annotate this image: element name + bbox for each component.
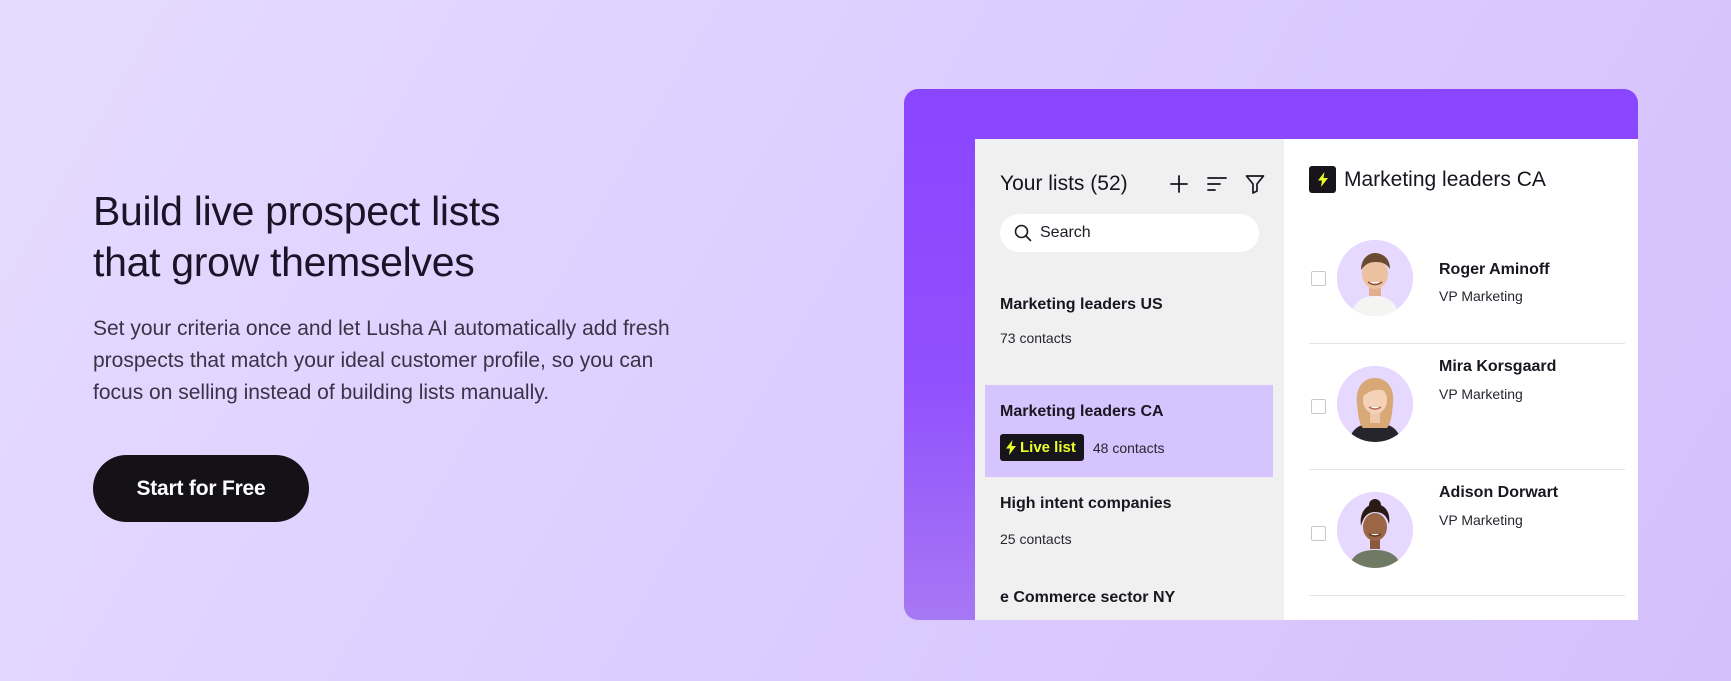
hero-copy: Build live prospect lists that grow them… <box>93 186 733 409</box>
contact-row-adison-dorwart[interactable]: Adison Dorwart VP Marketing <box>1309 470 1625 596</box>
list-item-name: Marketing leaders CA <box>1000 403 1164 420</box>
headline-line-2: that grow themselves <box>93 239 475 285</box>
list-item-count: 25 contacts <box>1000 531 1072 547</box>
list-item-count-suffix: contacts <box>1112 439 1165 456</box>
lists-header: Your lists (52) <box>1000 169 1270 199</box>
contact-name: Adison Dorwart <box>1439 484 1559 501</box>
list-item-name: Marketing leaders US <box>1000 296 1163 313</box>
list-item-count: 48 contacts <box>1093 440 1165 456</box>
contact-role: VP Marketing <box>1439 288 1523 304</box>
avatar <box>1337 240 1413 316</box>
list-item-name: High intent companies <box>1000 495 1172 512</box>
row-divider <box>1309 595 1625 596</box>
lightning-icon <box>1309 166 1336 193</box>
subcopy-line-2: prospects that match your ideal customer… <box>93 349 654 372</box>
headline-line-1: Build live prospect lists <box>93 188 501 234</box>
detail-title: Marketing leaders CA <box>1344 167 1546 191</box>
live-list-label: Live list <box>1020 439 1076 456</box>
list-item-high-intent-companies[interactable]: High intent companies 25 contacts <box>985 477 1273 569</box>
avatar <box>1337 492 1413 568</box>
list-item-count-number: 48 <box>1092 439 1109 456</box>
list-item-marketing-leaders-ca[interactable]: Marketing leaders CA Live list 48 contac… <box>985 385 1273 477</box>
list-item-name: e Commerce sector NY <box>1000 589 1176 606</box>
lists-panel: Your lists (52) Search Marketing leaders… <box>975 139 1284 620</box>
live-list-row: Live list 48 contacts <box>1000 434 1164 461</box>
contact-row-mira-korsgaard[interactable]: Mira Korsgaard VP Marketing <box>1309 344 1625 470</box>
hero-headline: Build live prospect lists that grow them… <box>93 186 733 288</box>
contact-role: VP Marketing <box>1439 512 1523 528</box>
contact-checkbox[interactable] <box>1311 399 1326 414</box>
subcopy-line-3: focus on selling instead of building lis… <box>93 381 550 404</box>
list-item-ecommerce-sector-ny[interactable]: e Commerce sector NY <box>985 569 1273 620</box>
subcopy-line-1: Set your criteria once and let Lusha AI … <box>93 317 670 340</box>
contact-name: Roger Aminoff <box>1439 261 1550 278</box>
contact-name: Mira Korsgaard <box>1439 358 1557 375</box>
product-mockup: Your lists (52) Search Marketing leaders… <box>904 89 1638 620</box>
contact-checkbox[interactable] <box>1311 271 1326 286</box>
hero-subcopy: Set your criteria once and let Lusha AI … <box>93 313 733 409</box>
contact-role: VP Marketing <box>1439 386 1523 402</box>
list-detail-panel: Marketing leaders CA Roger Aminoff VP Ma… <box>1284 139 1638 620</box>
list-item-marketing-leaders-us[interactable]: Marketing leaders US 73 contacts <box>985 275 1273 367</box>
contact-checkbox[interactable] <box>1311 526 1326 541</box>
detail-header: Marketing leaders CA <box>1309 166 1546 193</box>
plus-icon[interactable] <box>1164 169 1194 199</box>
lists-title: Your lists (52) <box>1000 172 1128 195</box>
contact-row-roger-aminoff[interactable]: Roger Aminoff VP Marketing <box>1309 218 1625 344</box>
avatar <box>1337 366 1413 442</box>
filter-icon[interactable] <box>1240 169 1270 199</box>
lightning-icon <box>1006 440 1016 455</box>
start-for-free-button[interactable]: Start for Free <box>93 455 309 522</box>
list-item-count: 73 contacts <box>1000 330 1072 346</box>
live-list-badge: Live list <box>1000 434 1084 461</box>
sort-icon[interactable] <box>1202 169 1232 199</box>
